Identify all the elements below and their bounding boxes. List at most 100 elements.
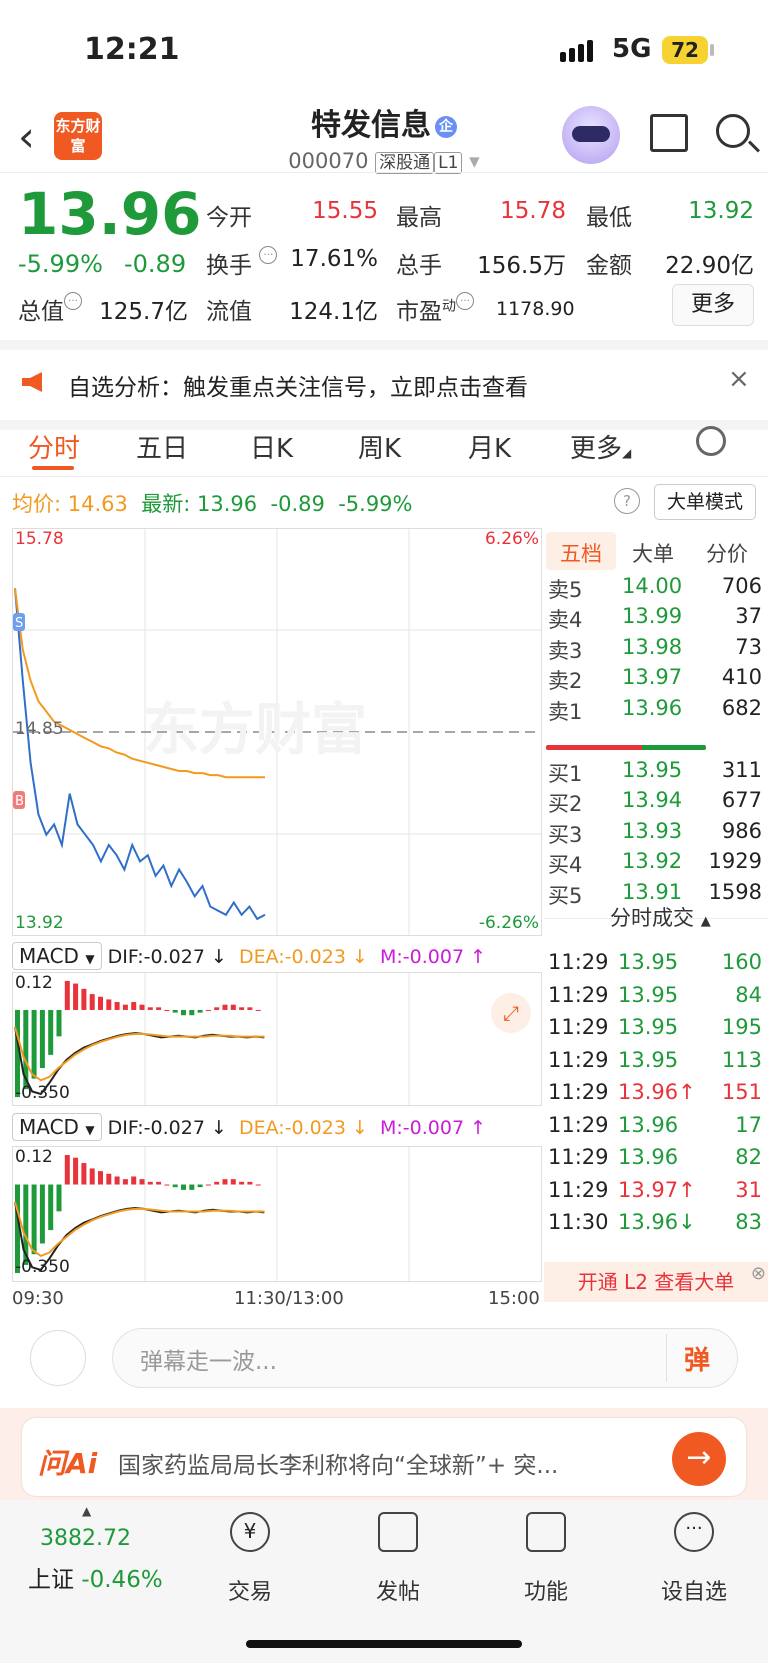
y-right-min-label: -6.26% — [478, 913, 539, 933]
more-dots-icon: … — [456, 292, 474, 310]
chart-watermark: 东方财富 — [143, 698, 367, 763]
deal-row: 11:29 13.95 160 — [548, 950, 762, 974]
macd-bar — [106, 999, 112, 1010]
volume-value: 156.5万 — [477, 253, 566, 279]
macd-selector[interactable]: MACD ▼ — [12, 942, 102, 970]
orderbook-row: 买2 13.94 677 — [548, 788, 762, 817]
macd-bar — [255, 1009, 261, 1011]
deals-header[interactable]: 分时成交 ▲ — [610, 902, 711, 932]
tab-daily-k[interactable]: 日K — [250, 428, 293, 465]
nav-trade[interactable]: 交易 — [200, 1574, 300, 1606]
macd-bar — [230, 1179, 236, 1185]
share-icon[interactable] — [650, 114, 688, 152]
x-axis-start: 09:30 — [12, 1288, 64, 1309]
turnover-label: 换手 … — [206, 246, 278, 280]
y-min-label: 13.92 — [15, 913, 64, 933]
arrow-right-icon[interactable]: → — [672, 1432, 726, 1486]
macd-bar — [247, 1181, 253, 1185]
pct-change: -5.99% — [18, 250, 103, 278]
macd-bar — [98, 1171, 103, 1185]
macd-bar — [122, 1004, 128, 1010]
enterprise-badge: 企 — [435, 115, 457, 138]
ai-logo: 问Ai — [38, 1447, 98, 1480]
ai-news-text[interactable]: 国家药监局局长李利称将向“全球新”+ 突... — [118, 1446, 558, 1480]
battery-indicator: 72 — [662, 36, 708, 64]
big-order-mode-button[interactable]: 大单模式 — [654, 484, 756, 520]
macd-bar — [197, 1184, 203, 1188]
function-grid-icon[interactable] — [526, 1512, 566, 1552]
banner-text[interactable]: 自选分析：触发重点关注信号，立即点击查看 — [68, 368, 528, 402]
latest-price: 13.96 — [197, 492, 258, 516]
macd-bar — [222, 1004, 228, 1010]
nav-add-watchlist[interactable]: 设自选 — [644, 1574, 744, 1606]
low-label: 最低 — [586, 205, 632, 231]
tab-five-levels[interactable]: 五档 — [560, 538, 602, 568]
gear-icon[interactable] — [696, 426, 726, 456]
high-label: 最高 — [396, 205, 442, 231]
orderbook-row: 卖2 13.97 410 — [548, 665, 762, 694]
macd-bar — [222, 1179, 228, 1185]
more-dots-icon: … — [259, 246, 278, 264]
help-icon[interactable]: ? — [614, 488, 640, 514]
l2-upgrade-banner[interactable]: 开通 L2 查看大单 ⊗ — [544, 1262, 768, 1302]
comment-list-icon[interactable] — [30, 1330, 86, 1386]
macd-bar — [48, 1184, 54, 1231]
tab-weekly-k[interactable]: 周K — [358, 428, 401, 465]
expand-icon[interactable]: ⤢ — [491, 993, 531, 1033]
macd-selector-2[interactable]: MACD ▼ — [12, 1113, 102, 1141]
close-icon[interactable]: × — [728, 364, 750, 394]
current-price: 13.96 — [18, 180, 202, 248]
macd-bottom-label: -0.350 — [15, 1083, 70, 1103]
divider — [0, 172, 768, 173]
orderbook-tabs: 五档 大单 分价 — [544, 530, 768, 572]
tab-big-orders[interactable]: 大单 — [632, 538, 674, 568]
trade-icon[interactable]: ¥ — [230, 1512, 270, 1552]
macd-bar — [139, 1004, 145, 1010]
intraday-chart[interactable]: 东方财富 S B 15.78 14.85 13.92 6.26% -6.26% — [12, 528, 542, 936]
signal-icon — [560, 40, 596, 62]
orderbook-row: 买1 13.95 311 — [548, 758, 762, 786]
turnover-value: 17.61% — [290, 246, 378, 272]
robot-assistant-icon[interactable] — [562, 106, 620, 164]
more-button[interactable]: 更多 — [672, 284, 754, 326]
macd-bar — [230, 1004, 236, 1010]
macd-bar — [205, 1009, 211, 1011]
macd-bar — [239, 1007, 245, 1010]
open-value: 15.55 — [312, 198, 378, 224]
amount-value: 22.90亿 — [665, 253, 754, 279]
dropdown-icon[interactable]: ▾ — [469, 149, 480, 173]
macd-bar — [164, 1009, 170, 1011]
nav-post[interactable]: 发帖 — [348, 1574, 448, 1606]
speaker-icon — [22, 372, 42, 392]
macd-header: MACD ▼ DIF:-0.027 ↓ DEA:-0.023 ↓ M:-0.00… — [12, 942, 486, 970]
index-summary[interactable]: 上证 -0.46% — [28, 1560, 163, 1594]
macd-bar — [114, 1002, 120, 1010]
mktcap-label: 总值… — [18, 292, 82, 326]
search-icon[interactable] — [716, 114, 750, 148]
tab-price-dist[interactable]: 分价 — [706, 538, 748, 568]
nav-function[interactable]: 功能 — [496, 1574, 596, 1606]
open-label: 今开 — [206, 205, 252, 231]
index-value[interactable]: 3882.72 — [40, 1526, 131, 1551]
post-icon[interactable] — [378, 1512, 418, 1552]
deal-row: 11:29 13.95 113 — [548, 1047, 762, 1072]
deal-row: 11:29 13.95 84 — [548, 982, 762, 1007]
tab-intraday[interactable]: 分时 — [28, 428, 80, 465]
y-right-max-label: 6.26% — [484, 529, 539, 549]
analysis-banner[interactable]: 自选分析：触发重点关注信号，立即点击查看 × — [0, 340, 768, 430]
buy-marker-label: B — [15, 794, 24, 809]
macd-bar — [164, 1184, 170, 1186]
tab-more[interactable]: 更多◢ — [570, 428, 631, 465]
macd-bar — [81, 988, 87, 1010]
macd-bar — [73, 983, 79, 1010]
danmaku-toggle[interactable]: 弹 — [684, 1340, 710, 1377]
deal-row: 11:29 13.97↑ 31 — [548, 1177, 762, 1202]
macd-header-2: MACD ▼ DIF:-0.027 ↓ DEA:-0.023 ↓ M:-0.00… — [12, 1113, 486, 1141]
macd-bar — [89, 1168, 95, 1185]
tab-monthly-k[interactable]: 月K — [468, 428, 511, 465]
intraday-info-line: 均价: 14.63 最新: 13.96 -0.89 -5.99% — [12, 492, 413, 516]
chevron-up-icon[interactable]: ▲ — [82, 1504, 91, 1518]
tab-five-day[interactable]: 五日 — [136, 428, 188, 465]
macd-bar — [156, 1181, 162, 1185]
add-watchlist-icon[interactable]: ··· — [674, 1512, 714, 1552]
